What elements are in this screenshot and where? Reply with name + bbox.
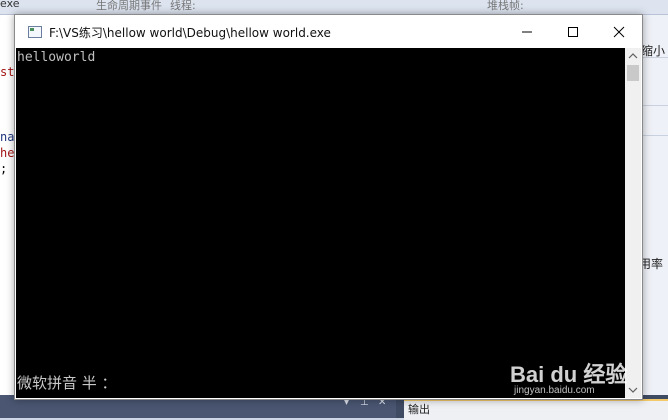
scroll-up-button[interactable] bbox=[625, 48, 641, 64]
watermark-url: jingyan.baidu.com bbox=[514, 385, 595, 396]
lifecycle-events-button[interactable]: 生命周期事件 bbox=[96, 0, 162, 13]
maximize-icon bbox=[568, 27, 578, 37]
thread-label: 线程: bbox=[170, 0, 196, 12]
chevron-up-icon bbox=[628, 53, 638, 59]
maximize-button[interactable] bbox=[550, 15, 596, 48]
output-pane[interactable]: 输出 bbox=[404, 399, 668, 420]
zoom-out-label[interactable]: 缩小 bbox=[641, 42, 665, 59]
window-title: F:\VS练习\hellow world\Debug\hellow world.… bbox=[49, 26, 331, 40]
console-window[interactable]: F:\VS练习\hellow world\Debug\hellow world.… bbox=[14, 14, 643, 400]
minimize-button[interactable] bbox=[504, 15, 550, 48]
close-icon bbox=[613, 26, 625, 38]
scroll-thumb[interactable] bbox=[627, 65, 639, 81]
code-fragment-semicolon: ; bbox=[0, 162, 8, 176]
title-bar[interactable]: F:\VS练习\hellow world\Debug\hellow world.… bbox=[15, 15, 642, 48]
close-button[interactable] bbox=[596, 15, 642, 48]
ide-toolbar: exe 生命周期事件 线程: 堆栈帧: bbox=[0, 0, 668, 15]
stack-frame-label: 堆栈帧: bbox=[487, 0, 524, 12]
console-app-icon[interactable] bbox=[28, 26, 42, 38]
code-fragment-he: he bbox=[0, 146, 15, 160]
console-output-line: helloworld bbox=[17, 50, 96, 65]
config-dropdown[interactable]: exe bbox=[0, 0, 20, 10]
ime-status-text: 微软拼音 半 ： bbox=[17, 374, 117, 392]
output-tab-label[interactable]: 输出 bbox=[408, 401, 430, 417]
minimize-icon bbox=[522, 31, 532, 33]
baidu-watermark: Bai du 经验 jingyan.baidu.com bbox=[510, 345, 640, 400]
